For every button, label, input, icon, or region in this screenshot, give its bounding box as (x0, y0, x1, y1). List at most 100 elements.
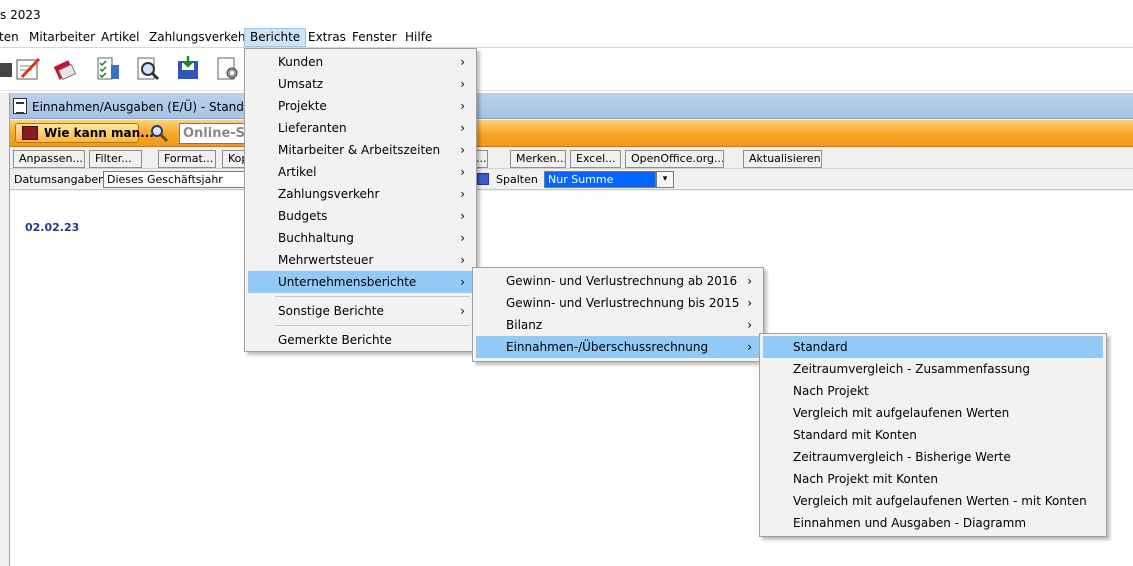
menu-item-sonstige-berichte[interactable]: Sonstige Berichte › (248, 300, 473, 322)
menu-item-label: Bilanz (506, 318, 543, 332)
menu-item-standard[interactable]: Standard (763, 336, 1103, 358)
menu-item-artikel[interactable]: Artikel › (248, 161, 473, 183)
menu-item-label: Gewinn- und Verlustrechnung bis 2015 (506, 296, 740, 310)
menu-item-guv-bis-2015[interactable]: Gewinn- und Verlustrechnung bis 2015 › (476, 292, 760, 314)
chevron-right-icon: › (460, 231, 465, 245)
unternehmensberichte-menu: Gewinn- und Verlustrechnung ab 2016 › Gew… (472, 267, 764, 362)
menu-item-unternehmensberichte[interactable]: Unternehmensberichte › (248, 271, 473, 293)
chevron-right-icon: › (460, 99, 465, 113)
settings-document-icon[interactable] (214, 55, 242, 83)
menu-item-diagramm[interactable]: Einnahmen und Ausgaben - Diagramm (763, 512, 1103, 534)
menu-item-label: Mitarbeiter & Arbeitszeiten (278, 143, 441, 157)
datum-label: Datumsangaben (14, 173, 106, 186)
menu-separator (275, 296, 470, 297)
save-download-icon[interactable] (174, 55, 202, 83)
berichte-menu: Kunden › Umsatz › Projekte › Lieferanten › M… (244, 48, 477, 352)
menu-item-bilanz[interactable]: Bilanz › (476, 314, 760, 336)
menu-konten[interactable]: ten (0, 29, 24, 48)
menu-item-label: Lieferanten (278, 121, 347, 135)
menu-item-nach-projekt[interactable]: Nach Projekt (763, 380, 1103, 402)
menu-separator (275, 325, 470, 326)
spalten-select[interactable]: Nur Summe (544, 171, 656, 188)
menu-item-mehrwertsteuer[interactable]: Mehrwertsteuer › (248, 249, 473, 271)
menu-item-gemerkte-berichte[interactable]: Gemerkte Berichte (248, 329, 473, 351)
menu-item-label: Mehrwertsteuer (278, 253, 374, 267)
app-title-bar (0, 0, 1133, 26)
kopieren-button[interactable]: Kop (222, 150, 246, 168)
menu-item-label: Projekte (278, 99, 327, 113)
format-button[interactable]: Format... (158, 150, 216, 168)
aktualisieren-button[interactable]: Aktualisieren (743, 150, 822, 168)
books-icon[interactable] (52, 55, 80, 83)
chevron-right-icon: › (460, 165, 465, 179)
menu-fenster[interactable]: Fenster (347, 29, 402, 48)
book-icon (22, 126, 38, 140)
anpassen-button[interactable]: Anpassen... (13, 150, 85, 168)
menu-item-lieferanten[interactable]: Lieferanten › (248, 117, 473, 139)
menu-item-projekte[interactable]: Projekte › (248, 95, 473, 117)
menu-item-nach-projekt-mit-konten[interactable]: Nach Projekt mit Konten (763, 468, 1103, 490)
app-title: s 2023 (0, 8, 41, 22)
chevron-right-icon: › (460, 187, 465, 201)
menu-item-umsatz[interactable]: Umsatz › (248, 73, 473, 95)
menu-extras[interactable]: Extras (303, 29, 351, 48)
menu-item-kunden[interactable]: Kunden › (248, 51, 473, 73)
menu-item-buchhaltung[interactable]: Buchhaltung › (248, 227, 473, 249)
chevron-right-icon: › (747, 340, 752, 354)
merken-button[interactable]: Merken... (510, 150, 566, 168)
report-date: 02.02.23 (25, 221, 80, 234)
checklist-icon[interactable] (94, 55, 122, 83)
menu-item-label: Sonstige Berichte (278, 304, 384, 318)
menu-item-zahlungsverkehr[interactable]: Zahlungsverkehr › (248, 183, 473, 205)
menu-artikel[interactable]: Artikel (96, 29, 144, 48)
menu-berichte[interactable]: Berichte (244, 28, 307, 47)
chevron-right-icon: › (460, 55, 465, 69)
openoffice-button[interactable]: OpenOffice.org... (625, 150, 724, 168)
chevron-right-icon: › (747, 318, 752, 332)
report-window-title: Einnahmen/Ausgaben (E/Ü) - Standard n (32, 100, 276, 114)
menu-item-mitarbeiter-arbeitszeiten[interactable]: Mitarbeiter & Arbeitszeiten › (248, 139, 473, 161)
menu-hilfe[interactable]: Hilfe (400, 29, 437, 48)
menu-zahlungsverkehr[interactable]: Zahlungsverkehr (144, 29, 255, 48)
excel-button[interactable]: Excel... (570, 150, 621, 168)
menu-item-zeitraumvergleich-zusammenfassung[interactable]: Zeitraumvergleich - Zusammenfassung (763, 358, 1103, 380)
chevron-right-icon: › (460, 253, 465, 267)
menu-item-label: Einnahmen-/Überschussrechnung (506, 340, 709, 354)
spalten-label: Spalten (496, 173, 538, 186)
toolbar (0, 49, 1133, 91)
chevron-right-icon: › (460, 143, 465, 157)
chevron-right-icon: › (460, 121, 465, 135)
chevron-right-icon: › (460, 304, 465, 318)
menu-item-label: Gewinn- und Verlustrechnung ab 2016 (506, 274, 738, 288)
menu-item-label: Umsatz (278, 77, 324, 91)
menu-item-vergleich-aufgelaufen-konten[interactable]: Vergleich mit aufgelaufenen Werten - mit… (763, 490, 1103, 512)
chevron-right-icon: › (460, 275, 465, 289)
menu-mitarbeiter[interactable]: Mitarbeiter (24, 29, 100, 48)
menu-item-label: Gemerkte Berichte (278, 333, 392, 347)
menu-item-einnahmen-ueberschussrechnung[interactable]: Einnahmen-/Überschussrechnung › (476, 336, 760, 358)
menu-item-label: Artikel (278, 165, 317, 179)
filter-button[interactable]: Filter... (89, 150, 142, 168)
document-icon (13, 98, 27, 114)
window-frame (0, 93, 10, 566)
datum-select[interactable]: Dieses Geschäftsjahr (103, 171, 246, 188)
chevron-down-icon[interactable]: ▾ (656, 171, 674, 188)
menu-item-budgets[interactable]: Budgets › (248, 205, 473, 227)
menu-item-label: Buchhaltung (278, 231, 354, 245)
menu-item-standard-mit-konten[interactable]: Standard mit Konten (763, 424, 1103, 446)
menu-bar: ten Mitarbeiter Artikel Zahlungsverkehr … (0, 27, 1133, 48)
chevron-right-icon: › (460, 77, 465, 91)
search-document-icon[interactable] (134, 55, 162, 83)
search-icon[interactable] (150, 124, 168, 142)
euer-menu: Standard Zeitraumvergleich - Zusammenfas… (759, 333, 1107, 537)
menu-item-vergleich-aufgelaufen[interactable]: Vergleich mit aufgelaufenen Werten (763, 402, 1103, 424)
online-search-input[interactable]: Online-Su (179, 123, 249, 144)
edit-document-icon[interactable] (14, 55, 42, 83)
menu-item-zeitraumvergleich-bisherige[interactable]: Zeitraumvergleich - Bisherige Werte (763, 446, 1103, 468)
menu-item-label: Zahlungsverkehr (278, 187, 380, 201)
chevron-right-icon: › (460, 209, 465, 223)
menu-item-label: Kunden (278, 55, 324, 69)
menu-item-guv-ab-2016[interactable]: Gewinn- und Verlustrechnung ab 2016 › (476, 270, 760, 292)
menu-item-label: Budgets (278, 209, 328, 223)
calendar-icon[interactable] (477, 173, 489, 185)
